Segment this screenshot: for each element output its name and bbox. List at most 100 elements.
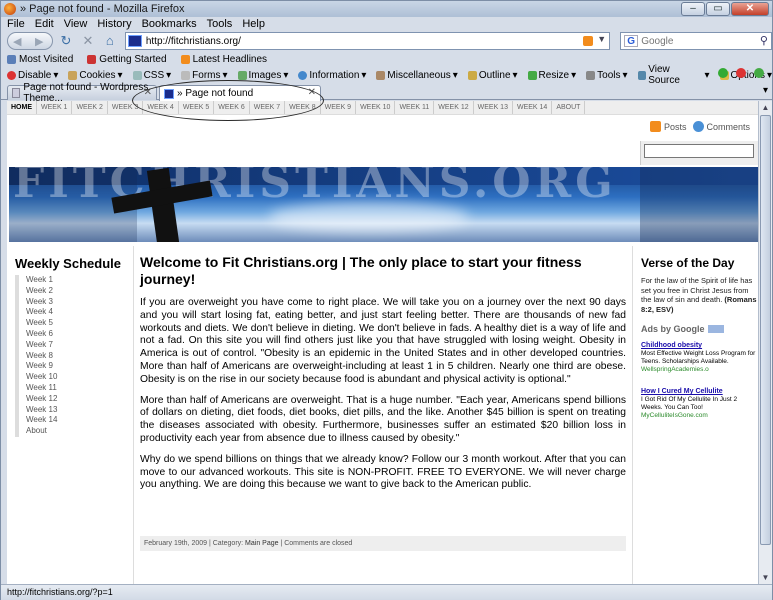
schedule-item[interactable]: Week 11	[15, 382, 129, 394]
schedule-item[interactable]: Week 4	[15, 307, 129, 319]
ad-headline[interactable]: Childhood obesity	[641, 342, 758, 350]
stop-icon[interactable]: ✕	[79, 32, 97, 50]
search-icon[interactable]: ⚲	[760, 34, 768, 47]
right-sidebar: Verse of the Day For the law of the Spir…	[635, 246, 758, 584]
dev-forms[interactable]: Forms ▾	[181, 70, 228, 81]
search-input[interactable]	[641, 35, 752, 47]
schedule-item[interactable]: Week 8	[15, 350, 129, 362]
outline-icon	[467, 70, 477, 80]
home-icon[interactable]: ⌂	[101, 32, 119, 50]
forward-arrow-icon[interactable]: ▶	[35, 35, 43, 48]
site-nav-week-13[interactable]: WEEK 13	[474, 101, 513, 114]
site-nav-week-10[interactable]: WEEK 10	[356, 101, 396, 114]
post-title[interactable]: Welcome to Fit Christians.org | The only…	[140, 254, 626, 288]
schedule-item[interactable]: Week 6	[15, 328, 129, 340]
dev-css[interactable]: CSS ▾	[132, 70, 171, 81]
site-nav-week-1[interactable]: WEEK 1	[37, 101, 73, 114]
site-search-input[interactable]	[644, 144, 754, 158]
schedule-list: Week 1 Week 2 Week 3 Week 4 Week 5 Week …	[15, 275, 129, 437]
site-nav-week-7[interactable]: WEEK 7	[250, 101, 286, 114]
schedule-item[interactable]: Week 7	[15, 339, 129, 351]
dev-resize[interactable]: Resize ▾	[527, 70, 576, 81]
site-nav-week-14[interactable]: WEEK 14	[513, 101, 553, 114]
menu-file[interactable]: File	[7, 17, 25, 31]
close-window-button[interactable]: ✕	[731, 2, 769, 16]
ad-url[interactable]: MyCelluliteIsGone.com	[641, 412, 758, 420]
site-nav-week-5[interactable]: WEEK 5	[179, 101, 215, 114]
search-box[interactable]: G ⚲	[620, 32, 772, 50]
menu-bookmarks[interactable]: Bookmarks	[142, 17, 197, 31]
maximize-button[interactable]: ▭	[706, 2, 730, 16]
menu-history[interactable]: History	[97, 17, 131, 31]
url-dropdown-icon[interactable]: ▼	[597, 34, 606, 44]
banner-shade-right	[640, 167, 758, 242]
misc-icon	[376, 70, 386, 80]
dev-cookies[interactable]: Cookies ▾	[68, 70, 123, 81]
site-nav-week-3[interactable]: WEEK 3	[108, 101, 144, 114]
vertical-scrollbar[interactable]: ▲ ▼	[758, 101, 772, 584]
schedule-item[interactable]: Week 3	[15, 296, 129, 308]
tools-icon	[586, 70, 596, 80]
back-forward-buttons[interactable]: ◀ ▶	[7, 32, 53, 50]
back-arrow-icon[interactable]: ◀	[13, 35, 21, 48]
post-category-link[interactable]: Main Page	[245, 540, 278, 547]
close-tab-icon[interactable]: ✕	[144, 87, 152, 98]
dev-miscellaneous[interactable]: Miscellaneous ▾	[376, 70, 458, 81]
schedule-item[interactable]: Week 2	[15, 285, 129, 297]
tab-wordpress-theme[interactable]: Page not found - Wordpress Theme... ✕	[7, 82, 157, 104]
dev-tools[interactable]: Tools ▾	[586, 70, 628, 81]
scroll-down-icon[interactable]: ▼	[759, 571, 772, 584]
tab-list-icon[interactable]: ▾	[763, 85, 768, 96]
site-nav-week-4[interactable]: WEEK 4	[143, 101, 179, 114]
reload-icon[interactable]: ↻	[57, 32, 75, 50]
menu-edit[interactable]: Edit	[35, 17, 54, 31]
tab-page-not-found[interactable]: » Page not found ✕	[159, 85, 321, 101]
close-tab-icon[interactable]: ✕	[308, 87, 316, 98]
dev-images[interactable]: Images ▾	[237, 70, 288, 81]
site-nav-week-9[interactable]: WEEK 9	[321, 101, 357, 114]
dev-outline[interactable]: Outline ▾	[467, 70, 518, 81]
dev-information[interactable]: Information ▾	[298, 70, 366, 81]
bookmark-most-visited[interactable]: Most Visited	[7, 52, 73, 67]
dev-view-source[interactable]: View Source ▾	[637, 64, 710, 86]
dev-disable[interactable]: Disable ▾	[7, 70, 58, 81]
site-nav-home[interactable]: HOME	[7, 101, 37, 114]
ad-choices-icon[interactable]	[707, 325, 724, 333]
schedule-item[interactable]: Week 12	[15, 393, 129, 405]
ads-by-google[interactable]: Ads by Google	[641, 324, 758, 334]
site-nav-about[interactable]: ABOUT	[552, 101, 586, 114]
schedule-item[interactable]: Week 13	[15, 404, 129, 416]
site-nav: HOME WEEK 1 WEEK 2 WEEK 3 WEEK 4 WEEK 5 …	[7, 101, 758, 115]
rss-feed-icon[interactable]	[583, 36, 594, 46]
menu-help[interactable]: Help	[242, 17, 265, 31]
site-search	[640, 141, 758, 165]
schedule-item[interactable]: Week 9	[15, 361, 129, 373]
scroll-up-icon[interactable]: ▲	[759, 101, 772, 114]
menu-view[interactable]: View	[64, 17, 88, 31]
comments-feed-link[interactable]: Comments	[692, 121, 750, 132]
page-content: HOME WEEK 1 WEEK 2 WEEK 3 WEEK 4 WEEK 5 …	[7, 101, 758, 584]
site-nav-week-11[interactable]: WEEK 11	[395, 101, 435, 114]
bookmark-getting-started[interactable]: Getting Started	[87, 52, 167, 67]
minimize-button[interactable]: –	[681, 2, 705, 16]
bookmark-latest-headlines[interactable]: Latest Headlines	[180, 52, 267, 67]
ad-url[interactable]: WellspringAcademies.o	[641, 366, 758, 374]
schedule-item[interactable]: About	[15, 426, 129, 437]
site-nav-week-12[interactable]: WEEK 12	[434, 101, 474, 114]
google-engine-icon[interactable]: G	[624, 35, 639, 47]
ad-item[interactable]: How I Cured My Cellulite I Got Rid Of My…	[641, 388, 758, 420]
site-nav-week-6[interactable]: WEEK 6	[214, 101, 250, 114]
ad-item[interactable]: Childhood obesity Most Effective Weight …	[641, 342, 758, 374]
site-nav-week-8[interactable]: WEEK 8	[285, 101, 321, 114]
schedule-item[interactable]: Week 5	[15, 318, 129, 329]
ad-headline[interactable]: How I Cured My Cellulite	[641, 388, 758, 396]
address-bar[interactable]: http://fitchristians.org/ ▼	[124, 32, 611, 50]
scrollbar-thumb[interactable]	[760, 115, 771, 545]
site-nav-week-2[interactable]: WEEK 2	[72, 101, 108, 114]
schedule-item[interactable]: Week 10	[15, 372, 129, 383]
posts-feed-link[interactable]: Posts	[650, 121, 687, 132]
schedule-item[interactable]: Week 14	[15, 415, 129, 427]
menu-tools[interactable]: Tools	[207, 17, 233, 31]
weekly-schedule-sidebar: Weekly Schedule Week 1 Week 2 Week 3 Wee…	[9, 246, 129, 584]
schedule-item[interactable]: Week 1	[15, 275, 129, 286]
